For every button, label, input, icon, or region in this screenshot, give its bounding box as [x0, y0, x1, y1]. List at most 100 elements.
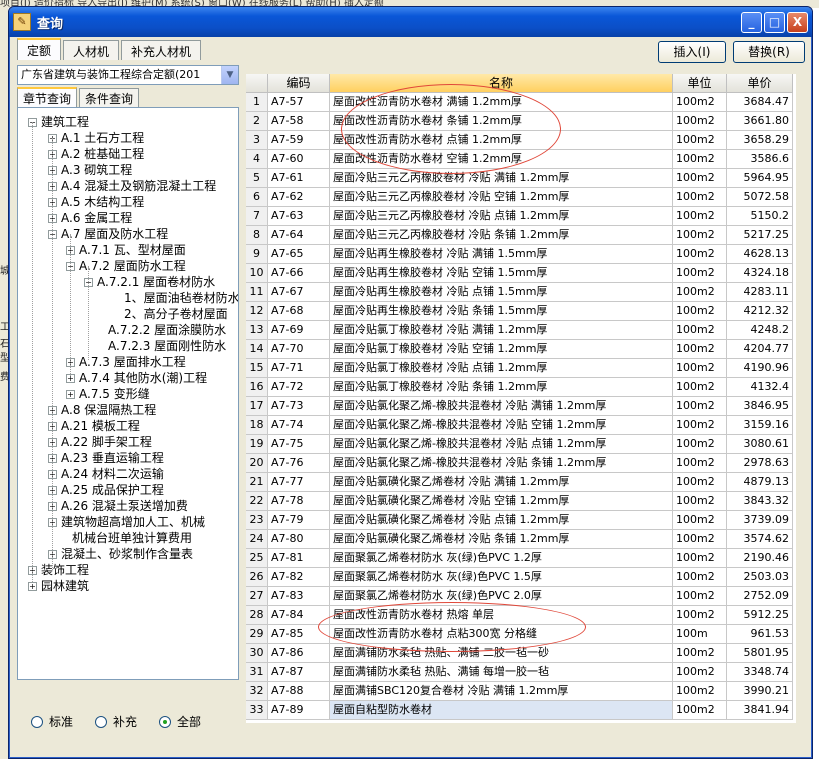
- table-row[interactable]: 27 A7-83 屋面聚氯乙烯卷材防水 灰(绿)色PVC 2.0厚 100m2 2752…: [246, 587, 796, 606]
- quota-library-select[interactable]: 广东省建筑与装饰工程综合定额(201 ▼: [17, 65, 239, 85]
- tree-item[interactable]: + A.22 脚手架工程: [48, 434, 152, 450]
- tree-item[interactable]: + 混凝土、砂浆制作含量表: [48, 546, 193, 562]
- table-row[interactable]: 10 A7-66 屋面冷贴再生橡胶卷材 冷贴 空铺 1.5mm厚 100m2 4324.…: [246, 264, 796, 283]
- insert-button[interactable]: 插入(I): [658, 41, 726, 63]
- minimize-button[interactable]: _: [741, 11, 762, 33]
- tree-item[interactable]: 机械台班单独计算费用: [66, 530, 192, 546]
- tree-item[interactable]: − A.7.2.1 屋面卷材防水: [84, 274, 215, 290]
- tree-item[interactable]: + A.21 模板工程: [48, 418, 140, 434]
- tab-quota[interactable]: 定额: [17, 38, 62, 60]
- tab-supplementary-lmm[interactable]: 补充人材机: [121, 40, 202, 60]
- col-header-price[interactable]: 单价: [727, 74, 793, 93]
- expand-icon[interactable]: +: [28, 582, 37, 591]
- table-row[interactable]: 19 A7-75 屋面冷贴氯化聚乙烯-橡胶共混卷材 冷贴 点铺 1.2mm厚 100m…: [246, 435, 796, 454]
- cell-price: 4248.2: [727, 321, 793, 340]
- table-row[interactable]: 7 A7-63 屋面冷贴三元乙丙橡胶卷材 冷贴 点铺 1.2mm厚 100m2 5150…: [246, 207, 796, 226]
- table-row[interactable]: 21 A7-77 屋面冷贴氯磺化聚乙烯卷材 冷贴 满铺 1.2mm厚 100m2 487…: [246, 473, 796, 492]
- cell-price: 4212.32: [727, 302, 793, 321]
- tree-item[interactable]: + A.3 砌筑工程: [48, 162, 132, 178]
- close-button[interactable]: X: [787, 11, 808, 33]
- tree-item[interactable]: + A.7.5 变形缝: [66, 386, 150, 402]
- col-header-code[interactable]: 编码: [268, 74, 330, 93]
- col-header-unit[interactable]: 单位: [673, 74, 727, 93]
- tree-item[interactable]: + A.24 材料二次运输: [48, 466, 164, 482]
- tree-item[interactable]: + 园林建筑: [28, 578, 89, 594]
- table-row[interactable]: 22 A7-78 屋面冷贴氯磺化聚乙烯卷材 冷贴 空铺 1.2mm厚 100m2 384…: [246, 492, 796, 511]
- tree-item[interactable]: + A.23 垂直运输工程: [48, 450, 164, 466]
- table-row[interactable]: 6 A7-62 屋面冷贴三元乙丙橡胶卷材 冷贴 空铺 1.2mm厚 100m2 5072…: [246, 188, 796, 207]
- table-row[interactable]: 1 A7-57 屋面改性沥青防水卷材 满铺 1.2mm厚 100m2 3684.47: [246, 93, 796, 112]
- tree-item[interactable]: + A.26 混凝土泵送增加费: [48, 498, 188, 514]
- table-row[interactable]: 16 A7-72 屋面冷贴氯丁橡胶卷材 冷贴 条铺 1.2mm厚 100m2 4132.…: [246, 378, 796, 397]
- cell-code: A7-83: [268, 587, 330, 606]
- table-row[interactable]: 15 A7-71 屋面冷贴氯丁橡胶卷材 冷贴 点铺 1.2mm厚 100m2 4190.…: [246, 359, 796, 378]
- tree-item[interactable]: − A.7 屋面及防水工程: [48, 226, 168, 242]
- cell-name: 屋面满铺防水柔毡 热贴、满铺 每增一胶一毡: [330, 663, 673, 682]
- tree-item[interactable]: − 建筑工程: [28, 114, 89, 130]
- cell-unit: 100m2: [673, 568, 727, 587]
- expand-icon[interactable]: +: [66, 390, 75, 399]
- table-row[interactable]: 29 A7-85 屋面改性沥青防水卷材 点粘300宽 分格缝 100m 961.53: [246, 625, 796, 644]
- tree-item[interactable]: + A.8 保温隔热工程: [48, 402, 156, 418]
- tree-item[interactable]: + A.7.1 瓦、型材屋面: [66, 242, 186, 258]
- cell-price: 5912.25: [727, 606, 793, 625]
- tab-condition-query[interactable]: 条件查询: [79, 88, 140, 107]
- chapter-tree: − 建筑工程 + A.1 土石方工程 + A.2 桩基础工程 + A.3 砌筑工程 + A.4 混…: [17, 107, 239, 680]
- tree-item[interactable]: + A.7.4 其他防水(潮)工程: [66, 370, 207, 386]
- tree-item[interactable]: − A.7.2 屋面防水工程: [66, 258, 186, 274]
- maximize-button[interactable]: □: [764, 11, 785, 33]
- table-row[interactable]: 28 A7-84 屋面改性沥青防水卷材 热熔 单层 100m2 5912.25: [246, 606, 796, 625]
- tree-item[interactable]: + A.1 土石方工程: [48, 130, 144, 146]
- table-row[interactable]: 11 A7-67 屋面冷贴再生橡胶卷材 冷贴 点铺 1.5mm厚 100m2 4283.…: [246, 283, 796, 302]
- cell-price: 3843.32: [727, 492, 793, 511]
- table-row[interactable]: 13 A7-69 屋面冷贴氯丁橡胶卷材 冷贴 满铺 1.2mm厚 100m2 4248.…: [246, 321, 796, 340]
- table-row[interactable]: 23 A7-79 屋面冷贴氯磺化聚乙烯卷材 冷贴 点铺 1.2mm厚 100m2 373…: [246, 511, 796, 530]
- table-row[interactable]: 32 A7-88 屋面满铺SBC120复合卷材 冷贴 满铺 1.2mm厚 100m2 3…: [246, 682, 796, 701]
- tree-item[interactable]: 2、高分子卷材屋面: [118, 306, 228, 322]
- tree-item[interactable]: + A.6 金属工程: [48, 210, 132, 226]
- table-row[interactable]: 17 A7-73 屋面冷贴氯化聚乙烯-橡胶共混卷材 冷贴 满铺 1.2mm厚 100m…: [246, 397, 796, 416]
- table-row[interactable]: 12 A7-68 屋面冷贴再生橡胶卷材 冷贴 条铺 1.5mm厚 100m2 4212.…: [246, 302, 796, 321]
- table-row[interactable]: 9 A7-65 屋面冷贴再生橡胶卷材 冷贴 满铺 1.5mm厚 100m2 4628.1…: [246, 245, 796, 264]
- table-row[interactable]: 31 A7-87 屋面满铺防水柔毡 热贴、满铺 每增一胶一毡 100m2 3348.74: [246, 663, 796, 682]
- tree-item[interactable]: + 装饰工程: [28, 562, 89, 578]
- table-row[interactable]: 33 A7-89 屋面自粘型防水卷材 100m2 3841.94: [246, 701, 796, 720]
- table-row[interactable]: 4 A7-60 屋面改性沥青防水卷材 空铺 1.2mm厚 100m2 3586.6: [246, 150, 796, 169]
- table-row[interactable]: 5 A7-61 屋面冷贴三元乙丙橡胶卷材 冷贴 满铺 1.2mm厚 100m2 5964…: [246, 169, 796, 188]
- table-row[interactable]: 24 A7-80 屋面冷贴氯磺化聚乙烯卷材 冷贴 条铺 1.2mm厚 100m2 357…: [246, 530, 796, 549]
- row-index: 2: [246, 112, 268, 131]
- tree-item[interactable]: A.7.2.2 屋面涂膜防水: [102, 322, 226, 338]
- tree-item[interactable]: + A.2 桩基础工程: [48, 146, 144, 162]
- tree-item[interactable]: 1、屋面油毡卷材防水: [118, 290, 238, 306]
- tree-item-label: A.7.2.3 屋面刚性防水: [108, 339, 227, 353]
- table-row[interactable]: 3 A7-59 屋面改性沥青防水卷材 点铺 1.2mm厚 100m2 3658.29: [246, 131, 796, 150]
- cell-unit: 100m2: [673, 321, 727, 340]
- table-row[interactable]: 8 A7-64 屋面冷贴三元乙丙橡胶卷材 冷贴 条铺 1.2mm厚 100m2 5217…: [246, 226, 796, 245]
- radio-all[interactable]: 全部: [159, 713, 201, 730]
- cell-code: A7-57: [268, 93, 330, 112]
- table-row[interactable]: 2 A7-58 屋面改性沥青防水卷材 条铺 1.2mm厚 100m2 3661.80: [246, 112, 796, 131]
- tree-item[interactable]: A.7.2.3 屋面刚性防水: [102, 338, 226, 354]
- tree-item[interactable]: + 建筑物超高增加人工、机械: [48, 514, 205, 530]
- title-bar[interactable]: ✎ 查询 _ □ X: [9, 7, 812, 37]
- tree-item[interactable]: + A.4 混凝土及钢筋混凝土工程: [48, 178, 216, 194]
- tab-chapter-query[interactable]: 章节查询: [17, 87, 78, 107]
- tab-labor-material-machine[interactable]: 人材机: [63, 40, 120, 60]
- table-row[interactable]: 30 A7-86 屋面满铺防水柔毡 热贴、满铺 二胶一毡一砂 100m2 5801.95: [246, 644, 796, 663]
- replace-button[interactable]: 替换(R): [733, 41, 805, 63]
- cell-unit: 100m2: [673, 473, 727, 492]
- radio-standard[interactable]: 标准: [31, 713, 73, 730]
- cell-unit: 100m2: [673, 663, 727, 682]
- table-row[interactable]: 20 A7-76 屋面冷贴氯化聚乙烯-橡胶共混卷材 冷贴 条铺 1.2mm厚 100m…: [246, 454, 796, 473]
- table-row[interactable]: 18 A7-74 屋面冷贴氯化聚乙烯-橡胶共混卷材 冷贴 空铺 1.2mm厚 100m…: [246, 416, 796, 435]
- cell-code: A7-80: [268, 530, 330, 549]
- table-row[interactable]: 25 A7-81 屋面聚氯乙烯卷材防水 灰(绿)色PVC 1.2厚 100m2 2190…: [246, 549, 796, 568]
- tree-item[interactable]: + A.25 成品保护工程: [48, 482, 164, 498]
- table-row[interactable]: 26 A7-82 屋面聚氯乙烯卷材防水 灰(绿)色PVC 1.5厚 100m2 2503…: [246, 568, 796, 587]
- tree-item[interactable]: + A.7.3 屋面排水工程: [66, 354, 186, 370]
- radio-supplement[interactable]: 补充: [95, 713, 137, 730]
- col-header-name[interactable]: 名称: [330, 74, 673, 93]
- chevron-down-icon[interactable]: ▼: [221, 66, 238, 84]
- table-row[interactable]: 14 A7-70 屋面冷贴氯丁橡胶卷材 冷贴 空铺 1.2mm厚 100m2 4204.…: [246, 340, 796, 359]
- tree-item[interactable]: + A.5 木结构工程: [48, 194, 144, 210]
